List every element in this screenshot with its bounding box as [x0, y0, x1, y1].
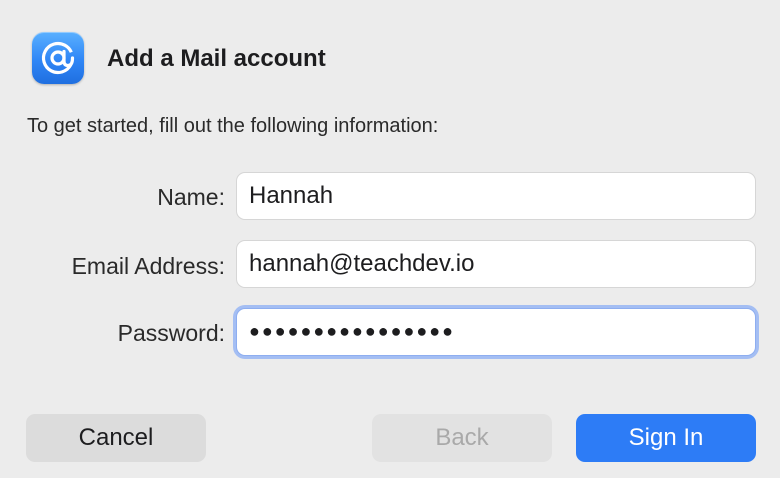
- at-sign-icon: [32, 32, 84, 84]
- cancel-button[interactable]: Cancel: [26, 414, 206, 462]
- name-label: Name:: [157, 184, 225, 210]
- password-label: Password:: [117, 320, 225, 346]
- back-button[interactable]: Back: [372, 414, 552, 462]
- email-field[interactable]: hannah@teachdev.io: [236, 240, 756, 288]
- password-field-value: ●●●●●●●●●●●●●●●●: [249, 320, 455, 341]
- email-label: Email Address:: [71, 253, 225, 279]
- dialog-title: Add a Mail account: [107, 45, 326, 72]
- email-field-value: hannah@teachdev.io: [249, 250, 475, 277]
- dialog-subtitle: To get started, fill out the following i…: [27, 115, 439, 137]
- add-mail-account-dialog: Add a Mail account To get started, fill …: [0, 0, 780, 478]
- name-field[interactable]: Hannah: [236, 172, 756, 220]
- password-field[interactable]: ●●●●●●●●●●●●●●●●: [236, 308, 756, 356]
- sign-in-button[interactable]: Sign In: [576, 414, 756, 462]
- name-field-value: Hannah: [249, 182, 334, 209]
